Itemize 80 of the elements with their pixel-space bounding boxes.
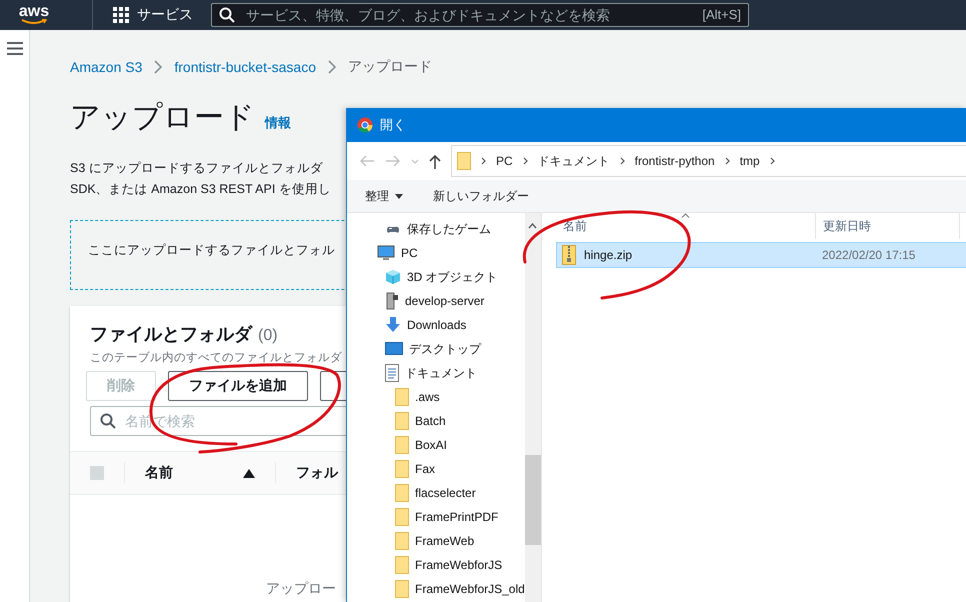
folder-icon <box>395 412 409 430</box>
column-header[interactable]: フォル <box>296 464 338 482</box>
drop-zone-text: ここにアップロードするファイルとフォル <box>88 243 335 257</box>
column-header[interactable]: 名前 <box>563 218 587 234</box>
folder-icon <box>395 460 409 478</box>
nav-item[interactable]: flacselecter <box>415 486 476 500</box>
nav-item[interactable]: Fax <box>415 462 436 476</box>
chevron-icon <box>154 60 162 74</box>
path-segment[interactable]: PC <box>496 154 513 168</box>
nav-item[interactable]: Batch <box>415 414 446 428</box>
item-count: (0) <box>258 327 278 345</box>
menu-icon[interactable] <box>6 42 22 55</box>
computer-icon <box>377 245 395 261</box>
folder-icon <box>395 556 409 574</box>
up-icon[interactable] <box>429 154 441 168</box>
chevron-icon <box>481 157 486 165</box>
download-icon <box>385 317 401 333</box>
page-title: アップロード <box>70 100 255 136</box>
panel-subtitle: このテーブル内のすべてのファイルとフォルダ <box>90 350 342 365</box>
file-date: 2022/02/20 17:15 <box>822 248 916 262</box>
services-menu[interactable]: サービス <box>137 6 193 24</box>
description-text: SDK、または Amazon S3 REST API を使用し <box>70 181 331 198</box>
toolbar-button[interactable]: 整理 <box>355 184 413 208</box>
breadcrumb[interactable]: frontistr-bucket-sasaco <box>174 59 316 75</box>
folder-icon <box>395 508 409 526</box>
nav-item[interactable]: PC <box>401 246 418 260</box>
description-text: S3 にアップロードするファイルとフォルダ <box>70 160 323 177</box>
scrollbar[interactable] <box>524 213 541 602</box>
nav-item[interactable]: .aws <box>415 390 440 404</box>
chevron-icon <box>620 157 625 165</box>
scroll-up-icon[interactable] <box>528 223 538 229</box>
sort-icon[interactable] <box>243 468 255 478</box>
panel-title: ファイルとフォルダ <box>90 323 252 346</box>
action-button[interactable]: ファイルを追加 <box>168 371 308 401</box>
folder-icon <box>395 580 409 598</box>
address-bar[interactable]: PC ドキュメント frontistr-python tmp <box>451 145 966 177</box>
chevron-icon <box>770 157 775 165</box>
chevron-icon <box>328 60 336 74</box>
zip-file-icon <box>562 245 576 265</box>
path-segment[interactable]: tmp <box>740 154 760 168</box>
column-header[interactable]: 名前 <box>145 464 173 482</box>
breadcrumb: アップロード <box>348 58 432 76</box>
nav-item[interactable]: FramePrintPDF <box>415 510 498 524</box>
dialog-title: 開く <box>380 116 406 134</box>
nav-item[interactable]: develop-server <box>405 294 484 308</box>
nav-item[interactable]: 保存したゲーム <box>407 220 491 238</box>
path-segment[interactable]: frontistr-python <box>634 154 715 168</box>
folder-icon <box>395 388 409 406</box>
file-row[interactable]: hinge.zip 2022/02/20 17:15 <box>556 242 966 268</box>
column-header[interactable]: 更新日時 <box>823 218 871 234</box>
folder-icon <box>395 532 409 550</box>
folder-icon <box>395 484 409 502</box>
folder-icon <box>457 152 471 170</box>
nav-item[interactable]: デスクトップ <box>409 340 481 358</box>
desktop-icon <box>385 342 403 356</box>
nav-item[interactable]: FrameWebforJS_old <box>415 582 525 596</box>
caret-icon <box>395 194 403 198</box>
toolbar-button[interactable]: 新しいフォルダー <box>423 184 539 208</box>
shortcut-hint: [Alt+S] <box>702 7 741 22</box>
nav-item[interactable]: FrameWeb <box>415 534 474 548</box>
network-drive-icon <box>385 292 399 310</box>
folder-icon <box>395 436 409 454</box>
nav-item[interactable]: ドキュメント <box>405 364 477 382</box>
nav-item[interactable]: BoxAI <box>415 438 448 452</box>
nav-item[interactable]: Downloads <box>407 318 466 332</box>
chevron-icon <box>522 157 528 165</box>
grid-icon[interactable] <box>113 7 129 23</box>
breadcrumb[interactable]: Amazon S3 <box>70 59 142 75</box>
nav-item[interactable]: FrameWebforJS <box>415 558 502 572</box>
browser-icon <box>357 117 373 133</box>
info-link[interactable]: 情報 <box>265 114 291 132</box>
document-icon <box>385 364 399 382</box>
scrollbar-thumb[interactable] <box>524 455 541 545</box>
cube-icon <box>385 269 401 285</box>
aws-logo[interactable]: aws <box>6 0 62 30</box>
checkbox[interactable] <box>90 466 104 480</box>
path-segment[interactable]: ドキュメント <box>538 152 610 170</box>
file-name: hinge.zip <box>584 248 632 262</box>
empty-text: アップロー <box>266 580 336 598</box>
chevron-icon <box>724 157 730 165</box>
